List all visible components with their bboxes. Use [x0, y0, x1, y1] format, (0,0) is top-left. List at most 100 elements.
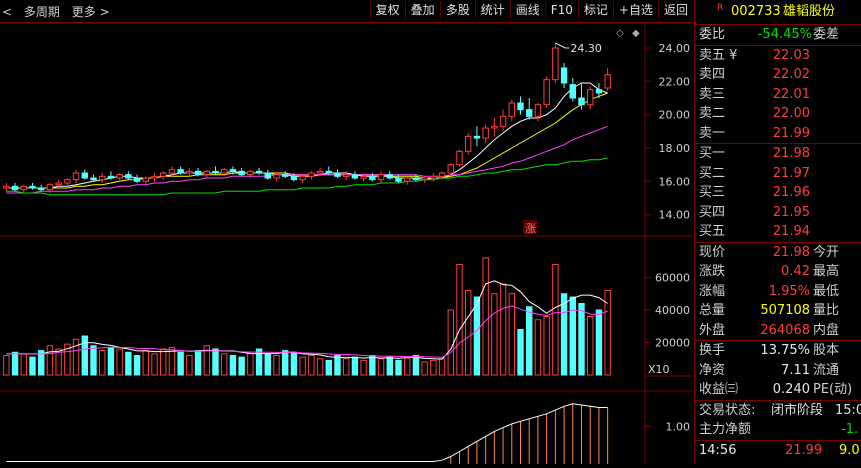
buy-price: 21.98: [772, 146, 810, 161]
volume-bar-up: [160, 348, 167, 376]
candle-down: [229, 169, 237, 172]
volume-bar-up: [299, 356, 306, 376]
candle-down: [325, 170, 332, 174]
volume-bar-down: [133, 355, 141, 376]
price-label: 现价: [699, 244, 726, 260]
candle-up: [587, 89, 594, 106]
buy-row[interactable]: 买三 21.96: [695, 183, 861, 203]
candle-down: [11, 185, 19, 191]
sell-row[interactable]: 卖一 21.99: [695, 124, 861, 144]
candle-up: [273, 174, 280, 179]
more-button[interactable]: 更多 >: [72, 5, 110, 19]
nav-row: 净资 7.11 流通: [695, 361, 861, 381]
volume-bar-down: [229, 355, 237, 376]
high-label: 最高: [813, 264, 840, 279]
limit-up-badge: 涨: [525, 222, 536, 235]
candle-down: [81, 172, 88, 179]
sell-label: 卖四: [699, 67, 726, 82]
draw-line-button[interactable]: 画线: [509, 1, 545, 19]
adjust-button[interactable]: 复权: [369, 1, 405, 19]
candle-down: [569, 84, 576, 99]
sell-row[interactable]: 卖二 22.00: [695, 104, 861, 124]
candle-up: [186, 170, 193, 174]
quote-stats: 现价 21.98 今开 涨跌 0.42 最高 涨幅 1.95% 最低 总量 507108 量比 …: [695, 243, 861, 341]
inner-label: 内盘: [813, 322, 840, 338]
diamond-filled-icon[interactable]: ◆: [632, 28, 640, 39]
trade-state-row: 交易状态: 闭市阶段 15:0: [695, 401, 861, 421]
state-label: 交易状态:: [699, 402, 756, 418]
sell-price: 22.02: [772, 67, 810, 82]
period-selector[interactable]: 多周期: [24, 5, 60, 19]
back-button[interactable]: <: [2, 5, 12, 19]
kline-chart-svg[interactable]: 24.00 22.00 20.00 18.00 16.00 14.00 60000 4000…: [0, 23, 693, 464]
buy-row[interactable]: 买二 21.97: [695, 164, 861, 184]
f10-button[interactable]: F10: [544, 1, 578, 19]
buy-row[interactable]: 买一 21.98: [695, 144, 861, 164]
price-tick-label: 14.00: [659, 209, 691, 222]
candle-up: [377, 174, 385, 181]
volume-bar-up: [3, 355, 10, 376]
sell-label: 卖一: [699, 125, 726, 141]
return-button[interactable]: 返回: [657, 1, 693, 19]
volume-tick-label: 60000: [655, 272, 690, 285]
volume-bar-up: [116, 348, 123, 376]
volume-bar-down: [369, 355, 376, 376]
candle-down: [351, 174, 359, 179]
candle-down: [194, 170, 202, 176]
diamond-icon[interactable]: ◇: [616, 28, 624, 39]
candle-up: [46, 184, 54, 191]
turnover-row: 换手 13.75% 股本: [695, 341, 861, 361]
buy-row[interactable]: 买五 21.94: [695, 222, 861, 242]
volume-bar-down: [560, 293, 568, 376]
candle-down: [107, 175, 115, 179]
pct-label: 涨幅: [699, 283, 726, 299]
overlay-button[interactable]: 叠加: [404, 1, 440, 19]
outer-value: 264068: [760, 322, 810, 338]
ratio-label: 委比: [699, 27, 726, 42]
volume-bar-down: [255, 348, 263, 376]
volume-bar-up: [247, 351, 254, 376]
candle-down: [386, 174, 393, 179]
candle-up: [343, 174, 350, 177]
sell-row[interactable]: 卖三 22.01: [695, 85, 861, 105]
buy-label: 买四: [699, 204, 726, 220]
candle-up: [247, 170, 254, 176]
vol-ratio-label: 量比: [813, 303, 840, 318]
volume-bar-up: [543, 316, 550, 376]
volume-bar-up: [20, 353, 27, 376]
candle-down: [290, 175, 298, 181]
candle-down: [133, 177, 141, 182]
candle-up: [116, 174, 123, 179]
kline-chart-area[interactable]: 24.00 22.00 20.00 18.00 16.00 14.00 60000 4000…: [0, 23, 693, 464]
stats-button[interactable]: 统计: [474, 1, 510, 19]
quote-panel: R 002733 雄韬股份 委比 -54.45% 委差 卖五 ¥ 22.03 卖四…: [694, 0, 861, 464]
sell-row[interactable]: 卖四 22.02: [695, 65, 861, 85]
open-label: 今开: [813, 244, 840, 260]
volume-bar-down: [517, 329, 524, 376]
price-value: 21.98: [772, 244, 810, 260]
volume-bar-down: [238, 356, 245, 376]
volume-bar-up: [377, 358, 385, 376]
candle-down: [578, 97, 585, 106]
change-row: 涨跌 0.42 最高: [695, 262, 861, 282]
volume-bar-up: [587, 316, 594, 376]
mark-button[interactable]: 标记: [577, 1, 613, 19]
add-watchlist-button[interactable]: +自选: [612, 1, 658, 19]
stock-prefix: R: [717, 3, 724, 13]
buy-price: 21.96: [772, 185, 810, 200]
buy-price: 21.97: [772, 165, 810, 181]
candle-down: [595, 89, 603, 94]
volume-bar-down: [212, 348, 219, 376]
sell-row[interactable]: 卖五 ¥ 22.03: [695, 46, 861, 66]
buy-row[interactable]: 买四 21.95: [695, 203, 861, 223]
multi-stock-button[interactable]: 多股: [439, 1, 475, 19]
volume-bar-down: [11, 351, 19, 376]
volume-bar-up: [72, 338, 80, 376]
volume-bar-up: [151, 353, 158, 376]
tick-price: 21.99: [785, 442, 823, 458]
flow-label: 主力净额: [699, 422, 752, 437]
toolbar-buttons: 复权 叠加 多股 统计 画线 F10 标记 +自选 返回: [369, 1, 693, 19]
volume-bar-down: [526, 306, 533, 376]
candle-up: [160, 172, 167, 177]
candle-down: [517, 102, 524, 111]
